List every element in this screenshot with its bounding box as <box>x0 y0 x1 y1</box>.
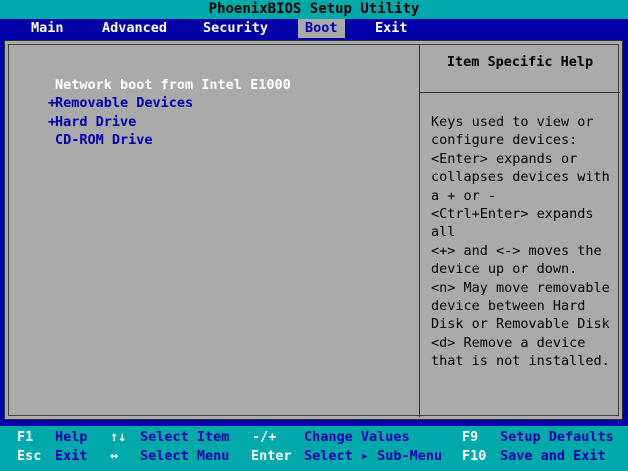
key-enter[interactable]: Enter <box>251 447 292 466</box>
help-divider-horizontal <box>419 92 620 93</box>
key-select-submenu-desc: Select ▸ Sub-Menu <box>304 448 443 464</box>
menu-exit[interactable]: Exit <box>368 19 415 38</box>
boot-item-label: Hard Drive <box>55 114 137 130</box>
menu-bar: Main Advanced Security Boot Exit <box>0 19 628 38</box>
key-save-exit-desc: Save and Exit <box>500 448 606 464</box>
menu-main[interactable]: Main <box>24 19 71 38</box>
menu-security[interactable]: Security <box>196 19 275 38</box>
boot-item-label: Network boot from Intel E1000 <box>55 77 291 93</box>
help-divider-vertical <box>419 44 420 417</box>
key-f10[interactable]: F10 <box>462 447 486 466</box>
key-f9[interactable]: F9 <box>462 428 478 447</box>
expand-plus-icon[interactable]: + <box>48 94 56 112</box>
menu-boot[interactable]: Boot <box>298 19 345 38</box>
boot-panel: Network boot from Intel E1000 +Removable… <box>4 40 623 420</box>
help-title: Item Specific Help <box>446 54 594 70</box>
arrows-updown-icon: ↑↓ <box>110 429 127 445</box>
key-select-menu-desc: Select Menu <box>140 448 230 464</box>
key-esc[interactable]: Esc <box>17 447 41 466</box>
expand-plus-icon[interactable]: + <box>48 113 56 131</box>
boot-item-cdrom[interactable]: CD-ROM Drive <box>48 131 153 149</box>
key-change-values-desc: Change Values <box>304 429 410 445</box>
key-f1[interactable]: F1 <box>17 428 33 447</box>
boot-item-label: CD-ROM Drive <box>55 132 153 148</box>
key-select-item-desc: Select Item <box>140 429 230 445</box>
boot-item-network[interactable]: Network boot from Intel E1000 <box>48 76 291 94</box>
key-f1-desc: Help <box>55 429 88 445</box>
help-text: Keys used to view or configure devices: … <box>431 114 610 370</box>
bios-title: PhoenixBIOS Setup Utility <box>208 1 420 17</box>
key-setup-defaults-desc: Setup Defaults <box>500 429 614 445</box>
boot-item-label: Removable Devices <box>55 95 194 111</box>
bios-title-bar: PhoenixBIOS Setup Utility <box>0 0 628 19</box>
arrows-leftright-icon: ↔ <box>110 448 119 464</box>
key-esc-desc: Exit <box>55 448 88 464</box>
key-legend-footer: F1 Help ↑↓ Select Item -/+ Change Values… <box>0 426 628 471</box>
boot-item-removable[interactable]: +Removable Devices <box>48 94 193 112</box>
boot-item-hard-drive[interactable]: +Hard Drive <box>48 113 136 131</box>
key-minus-plus[interactable]: -/+ <box>252 428 276 447</box>
menu-advanced[interactable]: Advanced <box>95 19 174 38</box>
